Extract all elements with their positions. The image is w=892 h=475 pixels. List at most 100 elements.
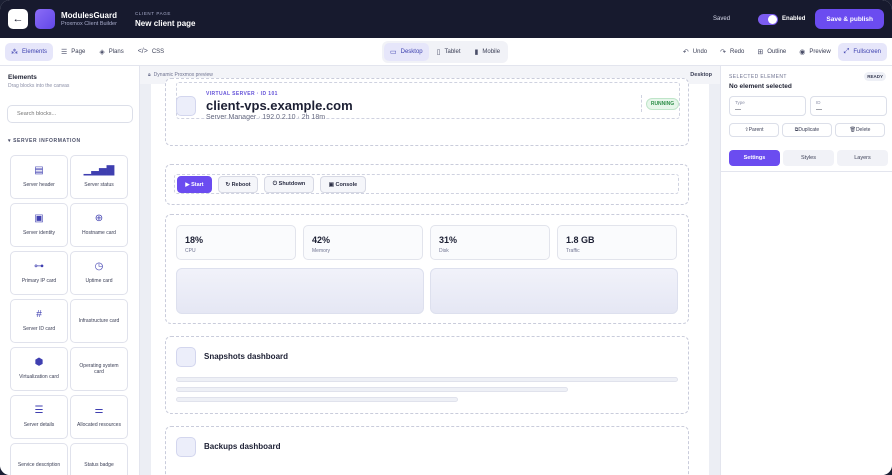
tab-elements[interactable]: ⁂ Elements	[5, 42, 54, 61]
tab-elements-label: Elements	[22, 48, 48, 55]
inspector-kicker: SELECTED ELEMENT	[729, 74, 787, 80]
console-button[interactable]: ▣ Console	[320, 176, 366, 193]
enabled-toggle[interactable]	[758, 13, 779, 25]
block-allocated-resources[interactable]: ⚌ Allocated resources	[70, 395, 128, 439]
shutdown-button[interactable]: ⏻ Shutdown	[264, 176, 314, 193]
redo-button[interactable]: ↷ Redo	[714, 43, 750, 61]
arrow-left-icon: ←	[12, 13, 24, 25]
canvas-block-server-actions[interactable]: ▶ Start ↻ Reboot ⏻ Shutdown ▣ Console	[165, 164, 689, 205]
server-header-icon: ▤	[34, 165, 44, 177]
block-operating-system-card[interactable]: Operating system card	[70, 347, 128, 391]
block-server-header[interactable]: ▤ Server header	[10, 155, 68, 199]
block-uptime-card[interactable]: ◷ Uptime card	[70, 251, 128, 295]
tab-css[interactable]: </> CSS	[132, 43, 170, 61]
block-server-details[interactable]: ☰ Server details	[10, 395, 68, 439]
outline-icon: ⊞	[757, 48, 764, 56]
saved-status: Saved	[713, 16, 731, 22]
device-tablet-button[interactable]: ▯ Tablet	[431, 43, 467, 61]
block-label: Operating system card	[79, 362, 119, 376]
canvas-block-snapshots[interactable]: Snapshots dashboard	[165, 336, 689, 414]
tab-layers[interactable]: Layers	[837, 150, 888, 166]
canvas-area: VIRTUAL SERVER · ID 101 client-vps.examp…	[140, 78, 720, 475]
device-desktop-label: Desktop	[400, 49, 423, 55]
clock-icon: ◷	[94, 261, 104, 273]
device-mobile-button[interactable]: ▮ Mobile	[469, 43, 507, 61]
page-title[interactable]: New client page	[135, 19, 195, 28]
tab-settings[interactable]: Settings	[729, 150, 780, 166]
blocks-icon: ⁂	[11, 48, 18, 56]
canvas-block-resource-stats[interactable]: 18% CPU 42% Memory 31% Disk 1.8 GB Traffic	[165, 214, 689, 324]
stat-value: 31%	[439, 235, 458, 245]
canvas-page: VIRTUAL SERVER · ID 101 client-vps.examp…	[151, 78, 709, 475]
back-button[interactable]: ←	[8, 9, 28, 29]
enabled-label: Enabled	[782, 16, 806, 22]
reboot-button[interactable]: ↻ Reboot	[218, 176, 258, 193]
stat-cpu: 18% CPU	[176, 225, 296, 260]
redo-icon: ↷	[720, 48, 727, 56]
toolbar-right: ↶ Undo ↷ Redo ⊞ Outline ◉ Preview ⤢ Fullscree…	[677, 42, 887, 61]
server-kicker: VIRTUAL SERVER · ID 101	[206, 91, 278, 97]
block-server-identity[interactable]: ▣ Server identity	[10, 203, 68, 247]
page-icon: ☰	[61, 48, 68, 56]
panel-divider	[721, 171, 892, 172]
block-virtualization-card[interactable]: ⬢ Virtualization card	[10, 347, 68, 391]
skeleton-line	[176, 397, 458, 402]
block-label: Service description	[17, 461, 61, 468]
tab-plans[interactable]: ◈ Plans	[93, 43, 129, 61]
tab-page[interactable]: ☰ Page	[55, 43, 91, 61]
outline-button[interactable]: ⊞ Outline	[751, 43, 792, 61]
preview-button[interactable]: ◉ Preview	[793, 43, 836, 61]
block-server-id-card[interactable]: # Server ID card	[10, 299, 68, 343]
device-tablet-label: Tablet	[444, 49, 461, 55]
search-blocks-input[interactable]	[7, 105, 133, 123]
parent-button[interactable]: ⇧Parent	[729, 123, 779, 137]
canvas-block-backups[interactable]: Backups dashboard	[165, 426, 689, 475]
block-infrastructure-card[interactable]: Infrastructure card	[70, 299, 128, 343]
start-button[interactable]: ▶ Start	[177, 176, 212, 193]
sidebar-subtitle: Drag blocks into the canvas	[8, 83, 70, 89]
block-hostname-card[interactable]: ⊕ Hostname card	[70, 203, 128, 247]
brand-title: ModulesGuard	[61, 11, 118, 20]
canvas-device-label: Desktop	[690, 72, 712, 78]
sidebar-title: Elements	[8, 74, 37, 81]
device-desktop-button[interactable]: ▭ Desktop	[384, 43, 429, 61]
canvas-block-server-header[interactable]: VIRTUAL SERVER · ID 101 client-vps.examp…	[165, 78, 689, 146]
block-primary-ip-card[interactable]: ⊶ Primary IP card	[10, 251, 68, 295]
tab-page-label: Page	[71, 48, 86, 55]
block-status-badge[interactable]: Status badge	[70, 443, 128, 475]
undo-button[interactable]: ↶ Undo	[677, 43, 713, 61]
app-header: ← ModulesGuard Proxmox Client Builder CL…	[0, 0, 892, 38]
tablet-icon: ▯	[436, 49, 441, 56]
lock-icon: 🔒︎	[148, 72, 151, 78]
save-publish-button[interactable]: Save & publish	[815, 9, 884, 29]
stat-value: 1.8 GB	[566, 235, 595, 245]
stat-traffic: 1.8 GB Traffic	[557, 225, 677, 260]
tab-styles[interactable]: Styles	[783, 150, 834, 166]
stat-value: 18%	[185, 235, 204, 245]
snapshots-title: Snapshots dashboard	[204, 352, 289, 361]
hash-icon: #	[36, 309, 42, 321]
stat-value: 42%	[312, 235, 331, 245]
cubes-icon: ⬢	[34, 357, 44, 369]
block-label: Primary IP card	[21, 278, 57, 285]
block-label: Allocated resources	[77, 422, 121, 429]
block-label: Uptime card	[85, 278, 113, 285]
section-header-server-information[interactable]: ▾ SERVER INFORMATION	[8, 138, 81, 144]
fullscreen-button[interactable]: ⤢ Fullscreen	[837, 42, 887, 61]
section-title: SERVER INFORMATION	[13, 138, 81, 144]
tab-css-label: CSS	[151, 48, 165, 55]
desktop-icon: ▭	[390, 49, 397, 56]
block-label: Server status	[84, 182, 114, 189]
toolbar-left: ⁂ Elements ☰ Page ◈ Plans </> CSS	[5, 42, 170, 61]
type-field: Type —	[729, 96, 806, 116]
delete-button[interactable]: 🗑Delete	[835, 123, 885, 137]
backups-title: Backups dashboard	[204, 442, 281, 451]
block-server-status[interactable]: ▁▃▅▇ Server status	[70, 155, 128, 199]
id-label: ID	[816, 100, 821, 105]
server-hostname: client-vps.example.com	[206, 98, 353, 113]
block-label: Server identity	[23, 230, 55, 237]
block-label: Server ID card	[22, 326, 56, 333]
fullscreen-label: Fullscreen	[853, 48, 881, 55]
duplicate-button[interactable]: ⧉Duplicate	[782, 123, 832, 137]
block-service-description[interactable]: Service description	[10, 443, 68, 475]
